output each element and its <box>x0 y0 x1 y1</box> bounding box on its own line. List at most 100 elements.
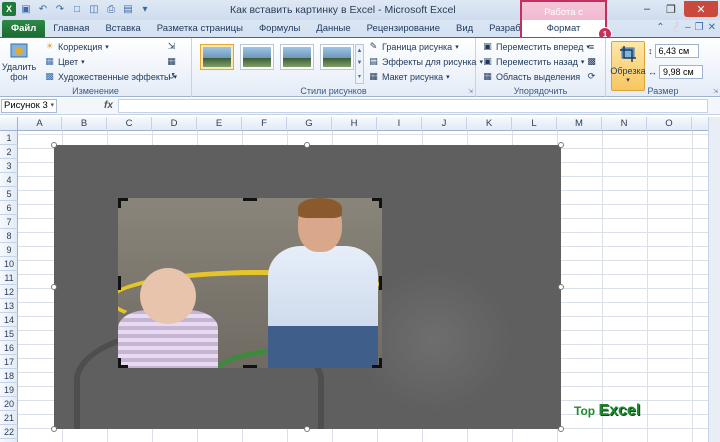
column-header[interactable]: H <box>332 117 377 131</box>
crop-region-photo[interactable] <box>118 198 382 368</box>
select-all-corner[interactable] <box>0 117 18 131</box>
crop-handle[interactable] <box>372 198 382 208</box>
row-header[interactable]: 13 <box>0 299 18 313</box>
height-spinner[interactable]: ↕ 6,43 см <box>648 44 699 58</box>
restore-icon[interactable]: ❐ <box>660 1 682 17</box>
picture-border-button[interactable]: ✎ Граница рисунка ▾ <box>368 41 459 52</box>
column-header[interactable]: I <box>377 117 422 131</box>
tab-page-layout[interactable]: Разметка страницы <box>149 20 251 37</box>
resize-handle[interactable] <box>558 284 564 290</box>
selection-pane-button[interactable]: ▦ Область выделения <box>482 71 580 82</box>
row-header[interactable]: 17 <box>0 355 18 369</box>
crop-handle[interactable] <box>243 365 257 368</box>
row-header[interactable]: 12 <box>0 285 18 299</box>
picture-effects-button[interactable]: ▤ Эффекты для рисунка ▾ <box>368 56 483 67</box>
style-thumb-1[interactable] <box>200 44 234 70</box>
column-header[interactable]: N <box>602 117 647 131</box>
row-header[interactable]: 9 <box>0 243 18 257</box>
tab-data[interactable]: Данные <box>308 20 358 37</box>
column-header[interactable]: L <box>512 117 557 131</box>
help-icon[interactable]: ❔ <box>669 22 681 33</box>
print-icon[interactable]: ⎙ <box>104 2 118 16</box>
close-icon[interactable]: ✕ <box>684 1 718 17</box>
fx-icon[interactable]: fx <box>104 100 113 111</box>
crop-dropdown-icon[interactable]: ▾ <box>626 76 630 84</box>
row-header[interactable]: 18 <box>0 369 18 383</box>
bring-forward-button[interactable]: ▣ Переместить вперед ▾ <box>482 41 590 52</box>
send-backward-button[interactable]: ▣ Переместить назад ▾ <box>482 56 584 67</box>
column-header[interactable]: J <box>422 117 467 131</box>
crop-button[interactable]: Обрезка ▾ <box>610 41 646 91</box>
tab-home[interactable]: Главная <box>45 20 97 37</box>
row-header[interactable]: 6 <box>0 201 18 215</box>
new-file-icon[interactable]: □ <box>70 2 84 16</box>
styles-launcher-icon[interactable]: ⇲ <box>468 88 473 95</box>
row-header[interactable]: 20 <box>0 397 18 411</box>
tab-format[interactable]: Формат <box>520 20 607 37</box>
style-thumb-4[interactable] <box>320 44 354 70</box>
undo-icon[interactable]: ↶ <box>36 2 50 16</box>
styles-gallery-scroll[interactable]: ▲ ▼ ▾ <box>355 44 364 84</box>
row-header[interactable]: 1 <box>0 131 18 145</box>
row-header[interactable]: 19 <box>0 383 18 397</box>
formula-input[interactable] <box>118 99 708 113</box>
redo-icon[interactable]: ↷ <box>53 2 67 16</box>
minimize-icon[interactable]: – <box>636 1 658 17</box>
resize-handle[interactable] <box>51 142 57 148</box>
group-objects-button[interactable]: ▩ <box>586 56 597 67</box>
tab-review[interactable]: Рецензирование <box>359 20 448 37</box>
column-header[interactable]: G <box>287 117 332 131</box>
crop-handle[interactable] <box>379 276 382 290</box>
resize-handle[interactable] <box>304 142 310 148</box>
width-spinner[interactable]: ↔ 9,98 см <box>648 65 703 79</box>
resize-handle[interactable] <box>558 426 564 432</box>
tab-file[interactable]: Файл <box>2 20 46 37</box>
resize-handle[interactable] <box>51 426 57 432</box>
corrections-button[interactable]: ☀ Коррекция ▾ <box>44 41 108 52</box>
remove-background-button[interactable]: Удалить фон <box>2 41 36 82</box>
color-button[interactable]: ▦ Цвет ▾ <box>44 56 84 67</box>
crop-handle[interactable] <box>118 276 121 290</box>
excel-logo-icon[interactable]: X <box>2 2 16 16</box>
reset-picture-button[interactable]: ↺ <box>166 71 177 82</box>
align-button[interactable]: ≡ <box>586 41 597 52</box>
print-preview-icon[interactable]: ◫ <box>87 2 101 16</box>
row-header[interactable]: 2 <box>0 145 18 159</box>
column-header[interactable]: K <box>467 117 512 131</box>
minimize-ribbon-icon[interactable]: ⌃ <box>656 22 664 33</box>
row-header[interactable]: 7 <box>0 215 18 229</box>
column-header[interactable]: M <box>557 117 602 131</box>
row-header[interactable]: 14 <box>0 313 18 327</box>
doc-restore-icon[interactable]: ❐ <box>695 22 704 33</box>
row-header[interactable]: 4 <box>0 173 18 187</box>
height-field[interactable]: 6,43 см <box>654 44 699 58</box>
column-header[interactable]: A <box>18 117 62 131</box>
name-box[interactable]: Рисунок 3 ▾ <box>1 99 57 113</box>
row-header[interactable]: 15 <box>0 327 18 341</box>
row-header[interactable]: 10 <box>0 257 18 271</box>
size-launcher-icon[interactable]: ⇲ <box>713 88 718 95</box>
crop-handle[interactable] <box>243 198 257 201</box>
doc-minimize-icon[interactable]: – <box>685 22 691 33</box>
row-header[interactable]: 11 <box>0 271 18 285</box>
tab-insert[interactable]: Вставка <box>97 20 148 37</box>
open-icon[interactable]: ▤ <box>121 2 135 16</box>
row-header[interactable]: 8 <box>0 229 18 243</box>
vertical-scrollbar[interactable] <box>708 117 720 442</box>
compress-pictures-button[interactable]: ⇲ <box>166 41 177 52</box>
artistic-effects-button[interactable]: ▩ Художественные эффекты ▾ <box>44 71 177 82</box>
doc-close-icon[interactable]: ✕ <box>708 22 716 33</box>
column-header[interactable]: O <box>647 117 692 131</box>
rotate-button[interactable]: ⟳ <box>586 71 597 82</box>
resize-handle[interactable] <box>558 142 564 148</box>
qat-more-icon[interactable]: ▾ <box>138 2 152 16</box>
column-header[interactable]: E <box>197 117 242 131</box>
row-header[interactable]: 16 <box>0 341 18 355</box>
row-header[interactable]: 22 <box>0 425 18 439</box>
crop-handle[interactable] <box>118 198 128 208</box>
crop-handle[interactable] <box>372 358 382 368</box>
column-header[interactable]: C <box>107 117 152 131</box>
row-header[interactable]: 5 <box>0 187 18 201</box>
save-icon[interactable]: ▣ <box>19 2 33 16</box>
tab-formulas[interactable]: Формулы <box>251 20 308 37</box>
